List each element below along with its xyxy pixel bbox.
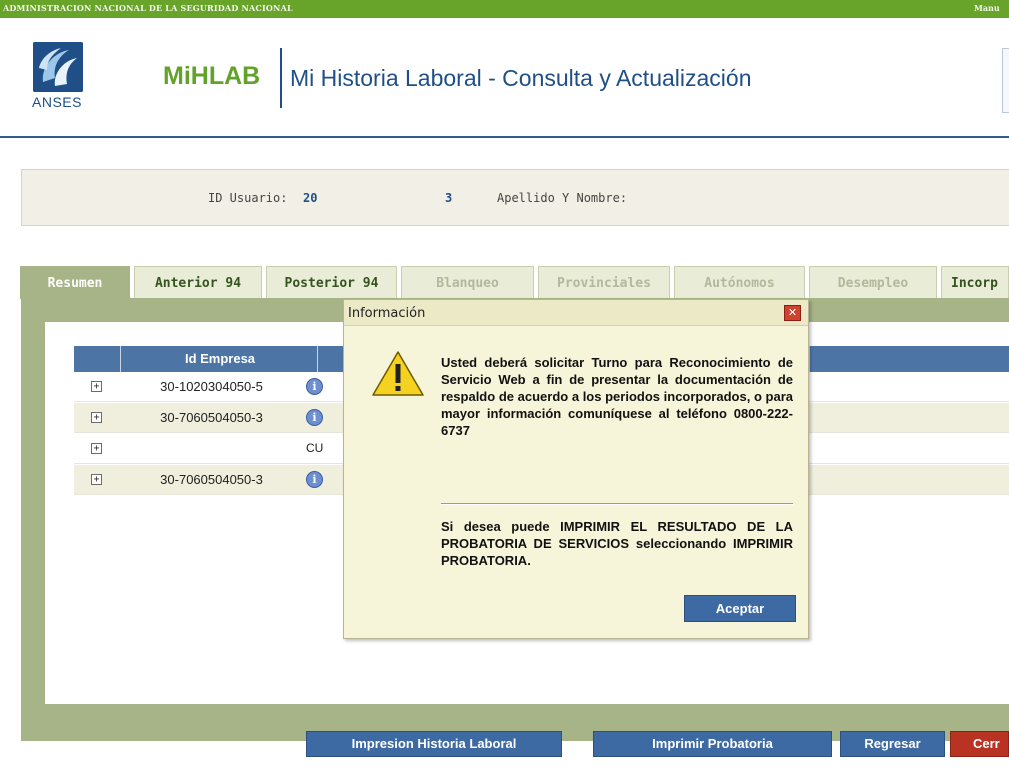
tab-blanqueo[interactable]: Blanqueo [401,266,534,299]
tab-autonomos[interactable]: Autónomos [674,266,805,299]
user-id-part1: 20 [303,191,318,205]
impresion-historia-laboral-button[interactable]: Impresion Historia Laboral [306,731,562,757]
dialog-message-secondary: Si desea puede IMPRIMIR EL RESULTADO DE … [441,519,793,568]
column-header-id-empresa[interactable]: Id Empresa [122,346,318,372]
close-icon[interactable]: ✕ [784,305,801,321]
brand-divider [280,48,282,108]
tab-incorporaciones[interactable]: Incorp [941,266,1009,299]
dialog-titlebar[interactable]: Información ✕ [344,300,808,326]
agency-name: ADMINISTRACION NACIONAL DE LA SEGURIDAD … [3,3,293,13]
app-header: ANSES MiHLAB Mi Historia Laboral - Consu… [0,18,1009,138]
tab-resumen[interactable]: Resumen [20,266,130,299]
anses-logo-icon [33,42,83,92]
tab-bar: Resumen Anterior 94 Posterior 94 Blanque… [20,266,1009,299]
header-right-box [1002,48,1009,113]
manual-link[interactable]: Manu [974,3,1000,13]
expand-icon[interactable]: + [91,381,102,392]
expand-icon[interactable]: + [91,412,102,423]
regresar-button[interactable]: Regresar [840,731,945,757]
user-id-label: ID Usuario: [208,191,288,205]
warning-icon [372,351,424,396]
empresa-id: 30-7060504050-3 [160,472,263,487]
tab-posterior-94[interactable]: Posterior 94 [266,266,397,299]
dialog-message: Usted deberá solicitar Turno para Recono… [441,355,793,438]
anses-logo: ANSES [30,42,90,112]
empresa-id: 30-7060504050-3 [160,410,263,425]
info-icon[interactable]: i [306,409,323,426]
page-title: Mi Historia Laboral - Consulta y Actuali… [290,65,752,91]
info-icon[interactable]: i [306,378,323,395]
column-divider [120,346,121,372]
agency-bar: ADMINISTRACION NACIONAL DE LA SEGURIDAD … [0,0,1009,18]
dialog-divider [441,503,793,505]
tab-desempleo[interactable]: Desempleo [809,266,937,299]
aceptar-button[interactable]: Aceptar [684,595,796,622]
brand-name: MiHLAB [163,62,261,90]
column-divider [317,346,318,372]
logo-label: ANSES [32,94,82,110]
user-info-bar: ID Usuario: 20 3 Apellido Y Nombre: [21,169,1009,226]
empresa-id: 30-1020304050-5 [160,379,263,394]
info-dialog: Información ✕ Usted deberá solicitar Tur… [343,299,809,639]
info-icon[interactable]: i [306,471,323,488]
cerrar-button[interactable]: Cerr [950,731,1009,757]
tab-anterior-94[interactable]: Anterior 94 [134,266,262,299]
row-cell-text: CU [306,441,324,455]
imprimir-probatoria-button[interactable]: Imprimir Probatoria [593,731,832,757]
dialog-title: Información [348,306,426,321]
expand-icon[interactable]: + [91,443,102,454]
column-divider [809,346,810,372]
expand-icon[interactable]: + [91,474,102,485]
tab-provinciales[interactable]: Provinciales [538,266,670,299]
user-name-label: Apellido Y Nombre: [497,191,628,205]
user-id-part2: 3 [445,191,453,205]
